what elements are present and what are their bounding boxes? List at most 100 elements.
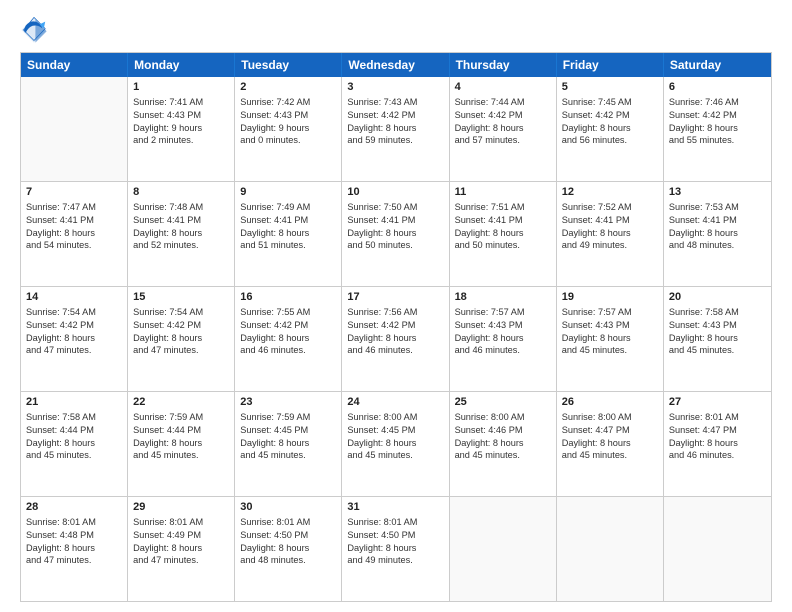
day-number: 22 xyxy=(133,395,229,410)
logo-icon xyxy=(20,16,48,44)
day-number: 3 xyxy=(347,80,443,95)
cell-info: Sunrise: 7:44 AMSunset: 4:42 PMDaylight:… xyxy=(455,96,551,148)
calendar-cell: 25Sunrise: 8:00 AMSunset: 4:46 PMDayligh… xyxy=(450,392,557,496)
day-number: 15 xyxy=(133,290,229,305)
cell-info: Sunrise: 7:54 AMSunset: 4:42 PMDaylight:… xyxy=(26,306,122,358)
cell-info: Sunrise: 7:56 AMSunset: 4:42 PMDaylight:… xyxy=(347,306,443,358)
calendar-cell: 21Sunrise: 7:58 AMSunset: 4:44 PMDayligh… xyxy=(21,392,128,496)
calendar-row-1: 7Sunrise: 7:47 AMSunset: 4:41 PMDaylight… xyxy=(21,182,771,287)
calendar-header: SundayMondayTuesdayWednesdayThursdayFrid… xyxy=(21,53,771,77)
header-day-wednesday: Wednesday xyxy=(342,53,449,77)
calendar-cell: 29Sunrise: 8:01 AMSunset: 4:49 PMDayligh… xyxy=(128,497,235,601)
cell-info: Sunrise: 8:00 AMSunset: 4:47 PMDaylight:… xyxy=(562,411,658,463)
calendar-cell xyxy=(21,77,128,181)
calendar-cell: 31Sunrise: 8:01 AMSunset: 4:50 PMDayligh… xyxy=(342,497,449,601)
cell-info: Sunrise: 7:58 AMSunset: 4:43 PMDaylight:… xyxy=(669,306,766,358)
cell-info: Sunrise: 7:57 AMSunset: 4:43 PMDaylight:… xyxy=(562,306,658,358)
cell-info: Sunrise: 8:01 AMSunset: 4:50 PMDaylight:… xyxy=(240,516,336,568)
calendar-row-3: 21Sunrise: 7:58 AMSunset: 4:44 PMDayligh… xyxy=(21,392,771,497)
cell-info: Sunrise: 8:01 AMSunset: 4:47 PMDaylight:… xyxy=(669,411,766,463)
header xyxy=(20,16,772,44)
calendar-cell: 13Sunrise: 7:53 AMSunset: 4:41 PMDayligh… xyxy=(664,182,771,286)
calendar-cell: 20Sunrise: 7:58 AMSunset: 4:43 PMDayligh… xyxy=(664,287,771,391)
calendar-cell: 23Sunrise: 7:59 AMSunset: 4:45 PMDayligh… xyxy=(235,392,342,496)
day-number: 21 xyxy=(26,395,122,410)
calendar-cell: 10Sunrise: 7:50 AMSunset: 4:41 PMDayligh… xyxy=(342,182,449,286)
day-number: 12 xyxy=(562,185,658,200)
header-day-sunday: Sunday xyxy=(21,53,128,77)
cell-info: Sunrise: 8:00 AMSunset: 4:45 PMDaylight:… xyxy=(347,411,443,463)
calendar-cell: 4Sunrise: 7:44 AMSunset: 4:42 PMDaylight… xyxy=(450,77,557,181)
calendar-row-0: 1Sunrise: 7:41 AMSunset: 4:43 PMDaylight… xyxy=(21,77,771,182)
header-day-tuesday: Tuesday xyxy=(235,53,342,77)
calendar-cell: 28Sunrise: 8:01 AMSunset: 4:48 PMDayligh… xyxy=(21,497,128,601)
calendar-cell: 16Sunrise: 7:55 AMSunset: 4:42 PMDayligh… xyxy=(235,287,342,391)
calendar-cell: 22Sunrise: 7:59 AMSunset: 4:44 PMDayligh… xyxy=(128,392,235,496)
calendar-cell: 19Sunrise: 7:57 AMSunset: 4:43 PMDayligh… xyxy=(557,287,664,391)
cell-info: Sunrise: 7:58 AMSunset: 4:44 PMDaylight:… xyxy=(26,411,122,463)
calendar-cell: 24Sunrise: 8:00 AMSunset: 4:45 PMDayligh… xyxy=(342,392,449,496)
calendar-cell: 1Sunrise: 7:41 AMSunset: 4:43 PMDaylight… xyxy=(128,77,235,181)
day-number: 7 xyxy=(26,185,122,200)
calendar-cell: 6Sunrise: 7:46 AMSunset: 4:42 PMDaylight… xyxy=(664,77,771,181)
header-day-friday: Friday xyxy=(557,53,664,77)
cell-info: Sunrise: 7:45 AMSunset: 4:42 PMDaylight:… xyxy=(562,96,658,148)
calendar-cell: 26Sunrise: 8:00 AMSunset: 4:47 PMDayligh… xyxy=(557,392,664,496)
calendar-cell: 15Sunrise: 7:54 AMSunset: 4:42 PMDayligh… xyxy=(128,287,235,391)
calendar-cell xyxy=(664,497,771,601)
day-number: 31 xyxy=(347,500,443,515)
day-number: 1 xyxy=(133,80,229,95)
cell-info: Sunrise: 8:00 AMSunset: 4:46 PMDaylight:… xyxy=(455,411,551,463)
day-number: 20 xyxy=(669,290,766,305)
calendar-cell: 27Sunrise: 8:01 AMSunset: 4:47 PMDayligh… xyxy=(664,392,771,496)
calendar-cell: 18Sunrise: 7:57 AMSunset: 4:43 PMDayligh… xyxy=(450,287,557,391)
cell-info: Sunrise: 8:01 AMSunset: 4:50 PMDaylight:… xyxy=(347,516,443,568)
day-number: 10 xyxy=(347,185,443,200)
day-number: 18 xyxy=(455,290,551,305)
calendar-cell: 8Sunrise: 7:48 AMSunset: 4:41 PMDaylight… xyxy=(128,182,235,286)
calendar: SundayMondayTuesdayWednesdayThursdayFrid… xyxy=(20,52,772,602)
calendar-cell: 9Sunrise: 7:49 AMSunset: 4:41 PMDaylight… xyxy=(235,182,342,286)
day-number: 9 xyxy=(240,185,336,200)
day-number: 25 xyxy=(455,395,551,410)
page: SundayMondayTuesdayWednesdayThursdayFrid… xyxy=(0,0,792,612)
cell-info: Sunrise: 7:46 AMSunset: 4:42 PMDaylight:… xyxy=(669,96,766,148)
day-number: 2 xyxy=(240,80,336,95)
day-number: 5 xyxy=(562,80,658,95)
calendar-cell: 7Sunrise: 7:47 AMSunset: 4:41 PMDaylight… xyxy=(21,182,128,286)
day-number: 11 xyxy=(455,185,551,200)
calendar-cell xyxy=(557,497,664,601)
calendar-cell: 3Sunrise: 7:43 AMSunset: 4:42 PMDaylight… xyxy=(342,77,449,181)
cell-info: Sunrise: 7:48 AMSunset: 4:41 PMDaylight:… xyxy=(133,201,229,253)
calendar-body: 1Sunrise: 7:41 AMSunset: 4:43 PMDaylight… xyxy=(21,77,771,601)
cell-info: Sunrise: 8:01 AMSunset: 4:49 PMDaylight:… xyxy=(133,516,229,568)
day-number: 8 xyxy=(133,185,229,200)
cell-info: Sunrise: 7:49 AMSunset: 4:41 PMDaylight:… xyxy=(240,201,336,253)
day-number: 23 xyxy=(240,395,336,410)
cell-info: Sunrise: 7:51 AMSunset: 4:41 PMDaylight:… xyxy=(455,201,551,253)
calendar-cell: 14Sunrise: 7:54 AMSunset: 4:42 PMDayligh… xyxy=(21,287,128,391)
cell-info: Sunrise: 7:47 AMSunset: 4:41 PMDaylight:… xyxy=(26,201,122,253)
cell-info: Sunrise: 7:41 AMSunset: 4:43 PMDaylight:… xyxy=(133,96,229,148)
day-number: 14 xyxy=(26,290,122,305)
calendar-row-2: 14Sunrise: 7:54 AMSunset: 4:42 PMDayligh… xyxy=(21,287,771,392)
day-number: 17 xyxy=(347,290,443,305)
cell-info: Sunrise: 7:54 AMSunset: 4:42 PMDaylight:… xyxy=(133,306,229,358)
calendar-cell: 30Sunrise: 8:01 AMSunset: 4:50 PMDayligh… xyxy=(235,497,342,601)
cell-info: Sunrise: 7:55 AMSunset: 4:42 PMDaylight:… xyxy=(240,306,336,358)
calendar-cell: 12Sunrise: 7:52 AMSunset: 4:41 PMDayligh… xyxy=(557,182,664,286)
day-number: 30 xyxy=(240,500,336,515)
calendar-cell xyxy=(450,497,557,601)
cell-info: Sunrise: 7:50 AMSunset: 4:41 PMDaylight:… xyxy=(347,201,443,253)
day-number: 6 xyxy=(669,80,766,95)
day-number: 27 xyxy=(669,395,766,410)
cell-info: Sunrise: 8:01 AMSunset: 4:48 PMDaylight:… xyxy=(26,516,122,568)
header-day-monday: Monday xyxy=(128,53,235,77)
header-day-thursday: Thursday xyxy=(450,53,557,77)
cell-info: Sunrise: 7:52 AMSunset: 4:41 PMDaylight:… xyxy=(562,201,658,253)
calendar-row-4: 28Sunrise: 8:01 AMSunset: 4:48 PMDayligh… xyxy=(21,497,771,601)
header-day-saturday: Saturday xyxy=(664,53,771,77)
calendar-cell: 11Sunrise: 7:51 AMSunset: 4:41 PMDayligh… xyxy=(450,182,557,286)
day-number: 16 xyxy=(240,290,336,305)
day-number: 28 xyxy=(26,500,122,515)
